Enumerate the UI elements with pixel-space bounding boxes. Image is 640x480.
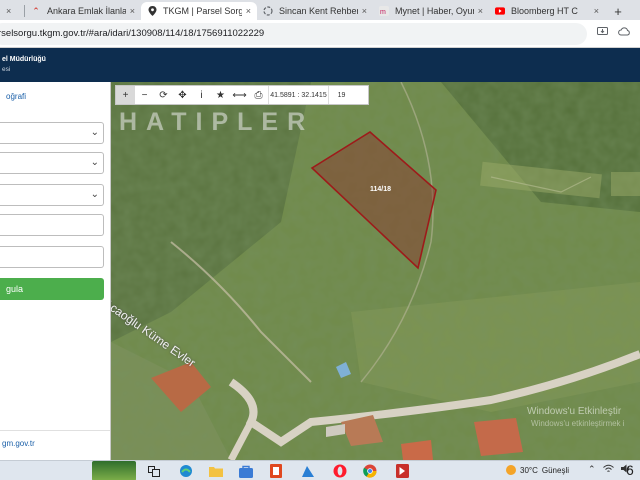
edge-icon[interactable] <box>178 463 194 479</box>
brand-logo-icon: ⌃ <box>32 5 40 16</box>
province-select[interactable]: ⌄ <box>0 122 104 144</box>
zoom-out-button[interactable]: − <box>135 86 154 104</box>
weather-widget[interactable]: 30°C Güneşli <box>506 465 569 475</box>
parcel-number-input[interactable] <box>0 246 104 268</box>
sun-icon <box>506 465 516 475</box>
tab-title: Sincan Kent Rehberi <box>279 6 358 16</box>
place-label: HATIPLER <box>119 108 315 136</box>
district-select[interactable]: ⌄ <box>0 152 104 174</box>
zoom-level: 19 <box>328 86 354 104</box>
favorite-star-icon[interactable]: ★ <box>211 86 230 104</box>
network-icon[interactable] <box>602 464 614 475</box>
panel-heading[interactable]: oğrafi <box>6 92 26 101</box>
tab-title: TKGM | Parsel Sorgu <box>163 6 242 16</box>
weather-temperature: 30°C <box>520 465 538 475</box>
info-icon[interactable]: i <box>192 86 211 104</box>
satellite-imagery <box>111 82 640 460</box>
tab-close-icon[interactable]: × <box>594 6 599 16</box>
loading-icon <box>263 6 273 16</box>
store-icon[interactable] <box>238 463 254 479</box>
measure-distance-icon[interactable]: ⟷ <box>230 86 249 104</box>
chevron-down-icon: ⌄ <box>90 189 99 200</box>
tab-title: Ankara Emlak İlanları <box>47 6 126 16</box>
office-icon[interactable] <box>268 463 284 479</box>
tab-close-icon[interactable]: × <box>246 6 251 16</box>
new-tab-button[interactable]: + <box>609 2 627 20</box>
chevron-down-icon: ⌄ <box>90 157 99 168</box>
coordinate-readout: 41.5891 : 32.1415 <box>268 86 328 104</box>
browser-tab-2[interactable]: TKGM | Parsel Sorgu × <box>141 2 257 20</box>
taskbar: 30°C Güneşli ⌃ 6 <box>0 460 640 480</box>
site-title: el Müdürlüğü <box>2 56 46 63</box>
activation-watermark-subtext: Windows'u etkinleştirmek i <box>531 419 625 428</box>
query-button[interactable]: gula <box>0 278 104 300</box>
clock[interactable]: 6 <box>626 462 634 478</box>
tab-strip: × ⌃ Ankara Emlak İlanları × TKGM | Parse… <box>0 0 640 20</box>
refresh-icon[interactable]: ⟳ <box>154 86 173 104</box>
tab-close-icon[interactable]: × <box>6 6 11 16</box>
browser-tab-5[interactable]: Bloomberg HT C × <box>489 2 605 20</box>
tab-title: Mynet | Haber, Oyun <box>395 6 474 16</box>
media-player-icon[interactable] <box>300 463 316 479</box>
browser-tab-3[interactable]: Sincan Kent Rehberi × <box>257 2 373 20</box>
pinned-app-icon[interactable] <box>394 463 410 479</box>
url-text: rselsorgu.tkgm.gov.tr/#ara/idari/130908/… <box>0 28 265 39</box>
map-toolbar: + − ⟳ ✥ i ★ ⟷ ⎙ 41.5891 : 32.1415 19 <box>115 85 369 105</box>
chrome-icon[interactable] <box>362 463 378 479</box>
zoom-in-button[interactable]: + <box>116 86 135 104</box>
pan-icon[interactable]: ✥ <box>173 86 192 104</box>
weather-condition: Güneşli <box>541 465 569 475</box>
install-app-icon[interactable] <box>597 27 608 40</box>
print-icon[interactable]: ⎙ <box>249 86 268 104</box>
cloud-icon[interactable] <box>618 27 630 40</box>
tab-close-icon[interactable]: × <box>362 6 367 16</box>
opera-icon[interactable] <box>332 463 348 479</box>
location-pin-icon <box>147 6 157 16</box>
search-panel: oğrafi ⌄ ⌄ ⌄ gula gm.gov.tr <box>0 82 111 460</box>
address-bar-actions <box>587 27 640 40</box>
tab-close-icon[interactable]: × <box>130 6 135 16</box>
system-tray: ⌃ <box>588 464 631 475</box>
mynet-logo-icon: m <box>379 6 389 16</box>
site-header: el Müdürlüğü esi <box>0 48 640 82</box>
browser-tab-0[interactable]: × <box>0 2 24 20</box>
block-number-input[interactable] <box>0 214 104 236</box>
parcel-label: 114/18 <box>370 186 392 193</box>
map-view[interactable]: HATIPLER Acaoğlu Küme Evler 114/18 + − ⟳… <box>111 82 640 460</box>
neighborhood-select[interactable]: ⌄ <box>0 184 104 206</box>
browser-tab-1[interactable]: ⌃ Ankara Emlak İlanları × <box>25 2 141 20</box>
browser-tab-4[interactable]: m Mynet | Haber, Oyun × <box>373 2 489 20</box>
url-field[interactable]: rselsorgu.tkgm.gov.tr/#ara/idari/130908/… <box>0 22 587 45</box>
divider <box>0 430 110 431</box>
chevron-down-icon: ⌄ <box>90 127 99 138</box>
tab-title: Bloomberg HT C <box>511 6 578 16</box>
activation-watermark: Windows'u Etkinleştir <box>527 406 622 417</box>
task-view-icon[interactable] <box>146 463 162 479</box>
footer-link[interactable]: gm.gov.tr <box>2 439 35 448</box>
youtube-icon <box>495 6 505 16</box>
chevron-up-icon[interactable]: ⌃ <box>588 464 596 475</box>
svg-text:m: m <box>380 9 386 16</box>
file-explorer-icon[interactable] <box>208 463 224 479</box>
tab-close-icon[interactable]: × <box>478 6 483 16</box>
widgets-button[interactable] <box>92 461 136 480</box>
address-bar: rselsorgu.tkgm.gov.tr/#ara/idari/130908/… <box>0 20 640 48</box>
site-subtitle: esi <box>2 66 11 73</box>
